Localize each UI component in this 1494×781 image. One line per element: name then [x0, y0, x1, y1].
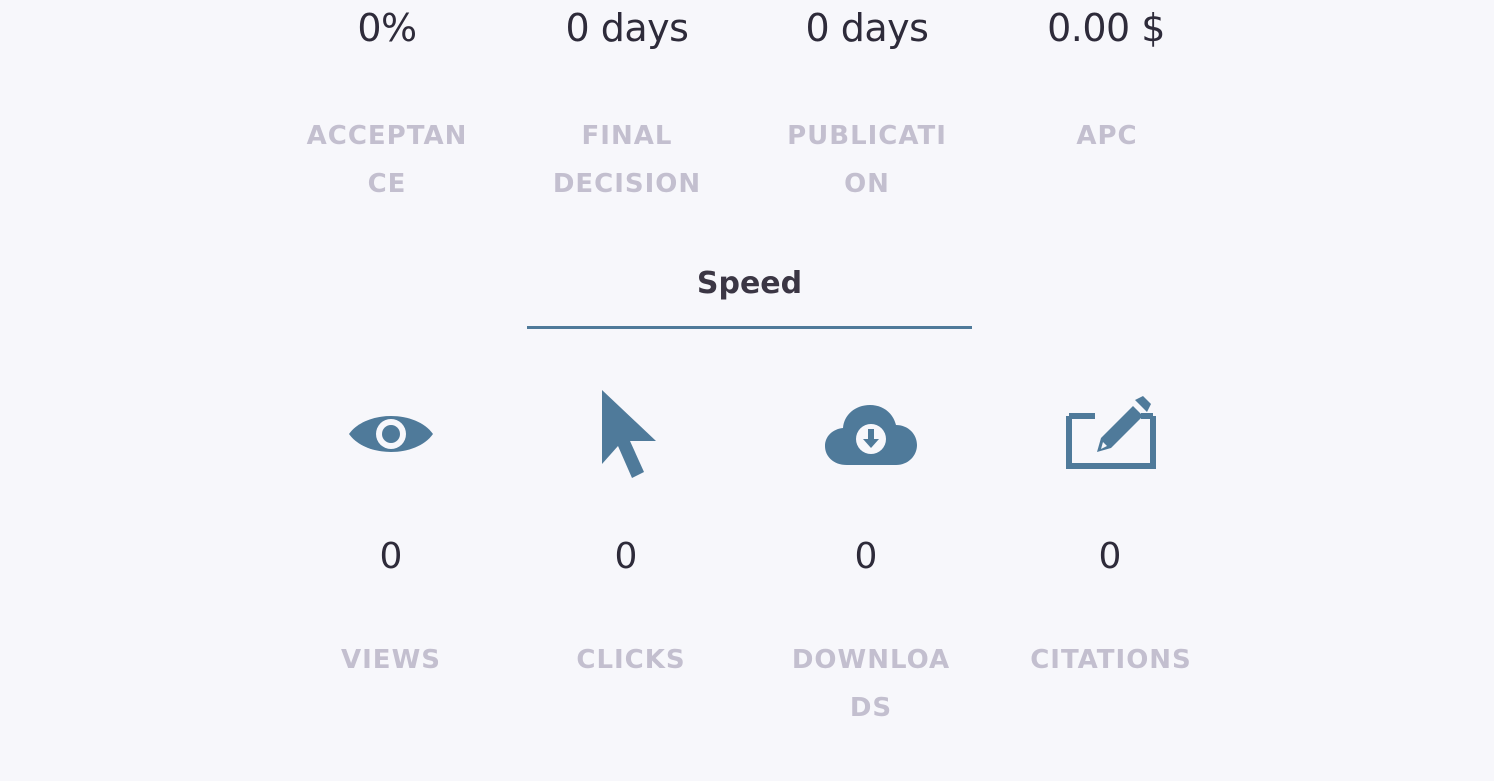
stat-acceptance-label: ACCEPTAN CE: [306, 121, 468, 199]
stat-publication-label: PUBLICATI ON: [787, 121, 947, 199]
metric-clicks-value: 0: [614, 536, 638, 577]
metric-downloads-value: 0: [854, 536, 878, 577]
edit-icon: [1056, 384, 1166, 484]
section-divider: [527, 326, 972, 329]
cursor-icon: [576, 384, 686, 484]
stat-final-decision-label: FINAL DECISION: [552, 121, 702, 199]
eye-icon: [336, 384, 446, 484]
stat-publication-value: 0 days: [805, 6, 929, 50]
metric-views-label: VIEWS: [341, 645, 441, 675]
metric-citations-value: 0: [1098, 536, 1122, 577]
stat-acceptance-value: 0%: [357, 6, 417, 50]
stat-apc-label: APC: [1076, 121, 1138, 151]
cloud-download-icon: [816, 384, 926, 484]
stat-final-decision-value: 0 days: [565, 6, 689, 50]
metric-citations-label: CITATIONS: [1030, 645, 1192, 675]
stat-apc-value: 0.00 $: [1047, 6, 1165, 50]
metric-clicks-label: CLICKS: [576, 645, 686, 675]
section-title: Speed: [696, 266, 803, 301]
metric-downloads-label: DOWNLOA DS: [791, 645, 951, 723]
metric-views-value: 0: [379, 536, 403, 577]
